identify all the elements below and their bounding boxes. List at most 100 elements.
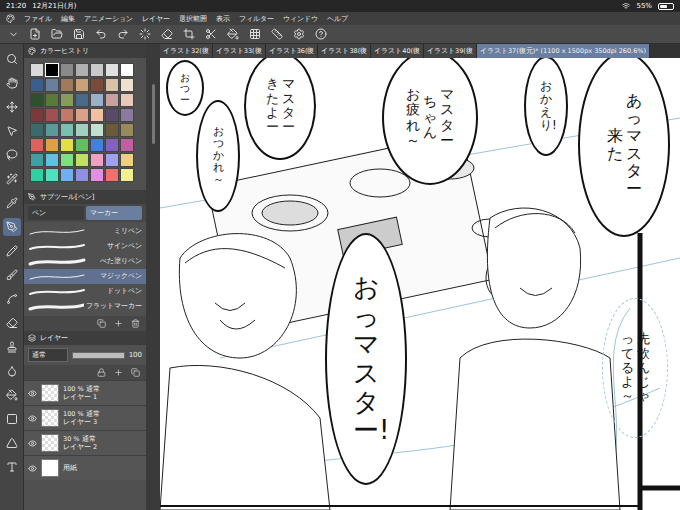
document-tab[interactable]: イラスト36(復 — [266, 44, 319, 58]
toolbar-command-icon[interactable] — [117, 28, 129, 40]
dropdown-icon[interactable] — [8, 29, 19, 40]
color-swatch[interactable] — [45, 138, 59, 152]
color-swatch[interactable] — [30, 63, 44, 77]
tool-button[interactable] — [3, 290, 21, 308]
menu-item[interactable]: ファイル — [24, 14, 52, 24]
canvas[interactable]: あっマスター来たおかえり!マスターちゃんお疲れ～マスターきたよーおつーおつかれ～… — [160, 58, 680, 510]
sub-tool-tab[interactable]: マーカー — [86, 206, 142, 220]
color-swatch[interactable] — [105, 123, 119, 137]
app-logo-icon[interactable] — [6, 14, 15, 23]
tool-button[interactable] — [3, 410, 21, 428]
color-swatch[interactable] — [30, 138, 44, 152]
color-swatch[interactable] — [120, 78, 134, 92]
color-swatch[interactable] — [105, 93, 119, 107]
eye-icon[interactable] — [28, 464, 37, 473]
toolbar-command-icon[interactable] — [293, 28, 305, 40]
tool-button[interactable] — [3, 266, 21, 284]
color-swatch[interactable] — [45, 108, 59, 122]
menu-item[interactable]: 編集 — [61, 14, 75, 24]
color-swatch[interactable] — [105, 78, 119, 92]
new-layer-icon[interactable] — [114, 368, 123, 377]
color-swatch[interactable] — [90, 108, 104, 122]
brush-item[interactable]: べた塗りペン — [24, 254, 146, 269]
document-tab[interactable]: イラスト40(復 — [371, 44, 424, 58]
color-swatch[interactable] — [105, 153, 119, 167]
color-swatch[interactable] — [45, 123, 59, 137]
menu-item[interactable]: ヘルプ — [327, 14, 348, 24]
copy-icon[interactable] — [97, 319, 106, 328]
toolbar-command-icon[interactable] — [29, 28, 41, 40]
toolbar-command-icon[interactable] — [95, 28, 107, 40]
color-swatch[interactable] — [105, 63, 119, 77]
color-swatch[interactable] — [90, 153, 104, 167]
color-swatch[interactable] — [30, 153, 44, 167]
tool-button[interactable] — [3, 434, 21, 452]
brush-item[interactable]: ミリペン — [24, 224, 146, 239]
duplicate-icon[interactable] — [131, 368, 140, 377]
color-swatch[interactable] — [120, 93, 134, 107]
color-swatch[interactable] — [60, 138, 74, 152]
color-swatch[interactable] — [90, 63, 104, 77]
color-swatch[interactable] — [75, 108, 89, 122]
tool-button[interactable] — [3, 362, 21, 380]
color-swatch[interactable] — [60, 78, 74, 92]
color-swatch[interactable] — [75, 63, 89, 77]
color-swatch[interactable] — [30, 108, 44, 122]
tool-button[interactable] — [3, 194, 21, 212]
color-swatch[interactable] — [120, 108, 134, 122]
toolbar-command-icon[interactable] — [139, 28, 151, 40]
color-swatch[interactable] — [60, 93, 74, 107]
lock-icon[interactable] — [97, 368, 106, 377]
color-swatch[interactable] — [45, 78, 59, 92]
menu-item[interactable]: ウィンドウ — [283, 14, 318, 24]
layer-row[interactable]: 30 % 通常レイヤー 2 — [24, 430, 146, 455]
brush-item[interactable]: フラットマーカー — [24, 299, 146, 314]
document-tab[interactable]: イラスト33(復 — [213, 44, 266, 58]
panel-scrollbar[interactable] — [146, 44, 160, 510]
toolbar-command-icon[interactable] — [271, 28, 283, 40]
color-swatch[interactable] — [75, 153, 89, 167]
toolbar-command-icon[interactable] — [51, 28, 63, 40]
toolbar-command-icon[interactable] — [183, 28, 195, 40]
color-swatch[interactable] — [105, 168, 119, 182]
color-swatch[interactable] — [60, 63, 74, 77]
color-swatch[interactable] — [30, 93, 44, 107]
blend-mode-select[interactable]: 通常 — [28, 348, 68, 362]
color-swatch[interactable] — [45, 63, 59, 77]
document-tab[interactable]: イラスト38(復 — [318, 44, 371, 58]
color-swatch[interactable] — [75, 78, 89, 92]
tool-button[interactable] — [3, 98, 21, 116]
toolbar-command-icon[interactable] — [249, 28, 261, 40]
color-swatch[interactable] — [60, 123, 74, 137]
sub-tool-tab[interactable]: ペン — [28, 206, 84, 220]
color-swatch[interactable] — [120, 138, 134, 152]
menu-item[interactable]: 表示 — [216, 14, 230, 24]
color-swatch[interactable] — [75, 93, 89, 107]
color-swatch[interactable] — [45, 153, 59, 167]
toolbar-command-icon[interactable] — [161, 28, 173, 40]
opacity-slider[interactable] — [72, 352, 125, 359]
tool-button[interactable] — [3, 50, 21, 68]
color-swatch[interactable] — [120, 168, 134, 182]
toolbar-command-icon[interactable] — [315, 28, 327, 40]
tool-button[interactable] — [3, 170, 21, 188]
menu-item[interactable]: フィルター — [239, 14, 274, 24]
color-swatch[interactable] — [120, 63, 134, 77]
color-swatch[interactable] — [30, 123, 44, 137]
menu-item[interactable]: アニメーション — [84, 14, 133, 24]
color-swatch[interactable] — [90, 78, 104, 92]
color-swatch[interactable] — [90, 168, 104, 182]
color-swatch[interactable] — [75, 138, 89, 152]
add-icon[interactable] — [114, 319, 123, 328]
color-swatch[interactable] — [60, 168, 74, 182]
color-swatch[interactable] — [45, 168, 59, 182]
document-tab[interactable]: イラスト32(復 — [160, 44, 213, 58]
brush-item[interactable]: ドットペン — [24, 284, 146, 299]
toolbar-command-icon[interactable] — [205, 28, 217, 40]
color-swatch[interactable] — [60, 153, 74, 167]
menu-item[interactable]: レイヤー — [142, 14, 170, 24]
tool-button[interactable] — [3, 74, 21, 92]
menu-item[interactable]: 選択範囲 — [179, 14, 207, 24]
color-swatch[interactable] — [75, 123, 89, 137]
color-swatch[interactable] — [45, 93, 59, 107]
